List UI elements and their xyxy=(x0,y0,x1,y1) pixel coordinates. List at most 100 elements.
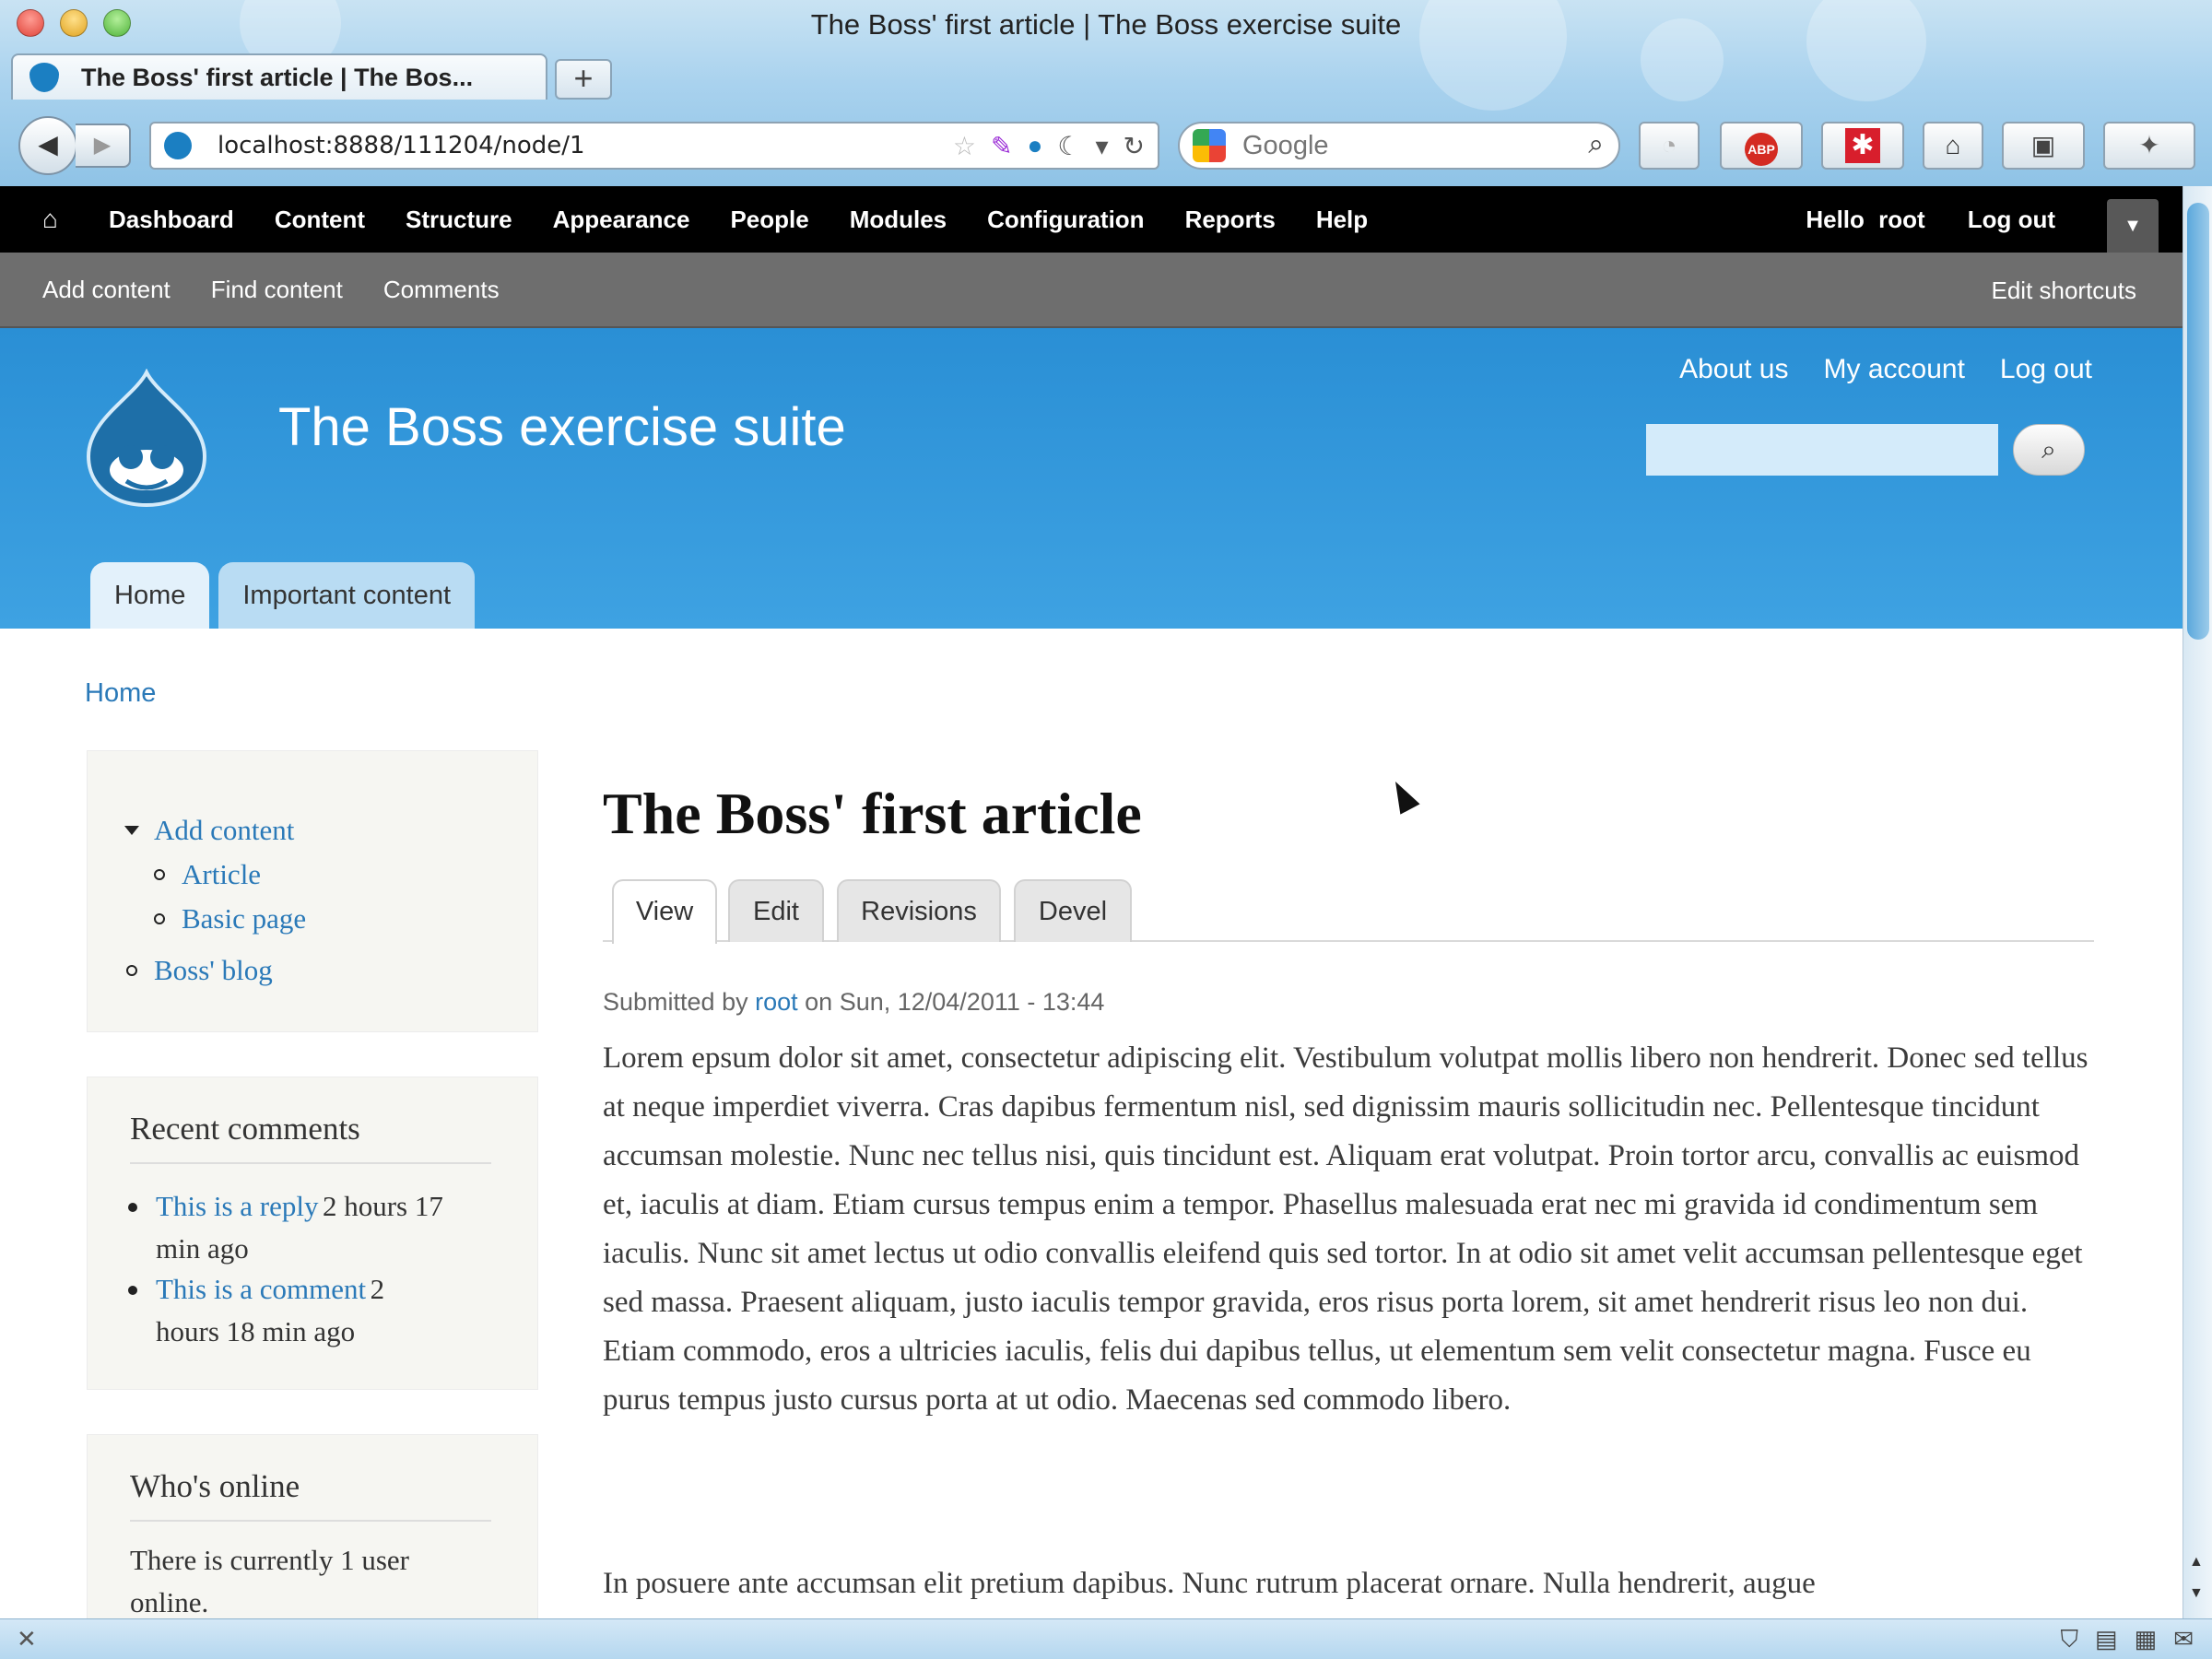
tab-revisions[interactable]: Revisions xyxy=(837,879,1001,942)
home-icon[interactable]: ⌂ xyxy=(42,205,58,234)
shortcut-links: Add content Find content Comments xyxy=(22,253,520,326)
tools-extension-button[interactable]: ✦ xyxy=(2103,122,2195,170)
page-title: The Boss' first article xyxy=(603,781,1142,846)
bullet-disc-icon xyxy=(128,1203,137,1212)
tab-edit[interactable]: Edit xyxy=(728,879,824,942)
address-bar[interactable]: ☆ ✎ ● ☾ ▾ ↻ xyxy=(149,122,1159,170)
nav-basic-page-link[interactable]: Basic page xyxy=(182,902,306,935)
shortcut-add-content[interactable]: Add content xyxy=(42,276,171,304)
shortcut-find-content[interactable]: Find content xyxy=(211,276,343,304)
screenshot-extension-button[interactable]: ▣ xyxy=(2002,122,2085,170)
breadcrumb[interactable]: Home xyxy=(85,678,156,709)
moon-extension-icon[interactable]: ☾ xyxy=(1057,131,1080,161)
adblock-button[interactable]: ABP xyxy=(1720,122,1803,170)
admin-logout-link[interactable]: Log out xyxy=(1968,206,2055,234)
close-icon[interactable]: ✕ xyxy=(17,1625,37,1653)
title-bar: The Boss' first article | The Boss exerc… xyxy=(0,0,2212,48)
recent-comment-time: 2 xyxy=(370,1273,385,1305)
admin-menu-modules[interactable]: Modules xyxy=(830,186,967,253)
nav-add-content-link[interactable]: Add content xyxy=(154,814,294,847)
page-scrollbar[interactable]: ▲ ▼ xyxy=(2183,186,2212,1618)
back-button[interactable]: ◀ xyxy=(18,116,77,175)
site-name[interactable]: The Boss exercise suite xyxy=(278,396,846,458)
recent-comment-link[interactable]: This is a comment xyxy=(156,1273,366,1305)
admin-menu-dashboard[interactable]: Dashboard xyxy=(88,186,254,253)
bookmark-star-icon[interactable]: ☆ xyxy=(953,131,976,161)
author-link[interactable]: root xyxy=(755,988,798,1016)
whos-online-title: Who's online xyxy=(130,1468,300,1504)
secondary-menu-my-account[interactable]: My account xyxy=(1824,354,1965,385)
browser-tab-active[interactable]: The Boss' first article | The Bos... xyxy=(11,53,547,100)
admin-menu-appearance[interactable]: Appearance xyxy=(533,186,711,253)
google-engine-icon[interactable] xyxy=(1193,129,1226,162)
hello-user[interactable]: Hello root xyxy=(1806,206,1924,234)
recent-comments-title: Recent comments xyxy=(130,1111,360,1147)
recent-comment-link[interactable]: This is a reply xyxy=(156,1190,319,1222)
shortcut-drawer-toggle[interactable]: ▼ xyxy=(2107,199,2159,253)
nav-item-article[interactable]: Article xyxy=(154,858,261,891)
secondary-menu: About us My account Log out xyxy=(1644,354,2092,385)
hello-prefix: Hello xyxy=(1806,205,1865,233)
submitted-info: Submitted by root on Sun, 12/04/2011 - 1… xyxy=(603,988,1104,1017)
admin-menu-reports[interactable]: Reports xyxy=(1165,186,1296,253)
nav-boss-blog-link[interactable]: Boss' blog xyxy=(154,954,273,987)
admin-menu-content[interactable]: Content xyxy=(254,186,385,253)
home-icon: ⌂ xyxy=(1945,131,1961,159)
recent-comment-time-cont: hours 18 min ago xyxy=(156,1315,356,1347)
recent-comment-item: This is a reply 2 hours 17 min ago xyxy=(128,1188,515,1273)
tab-devel[interactable]: Devel xyxy=(1014,879,1132,942)
search-icon[interactable]: ⌕ xyxy=(1588,129,1604,160)
admin-menu-configuration[interactable]: Configuration xyxy=(967,186,1164,253)
site-search-button[interactable]: ⌕ xyxy=(2013,424,2085,476)
reload-icon[interactable]: ↻ xyxy=(1124,131,1145,161)
browser-status-bar: ✕ ⛉ ▤ ▦ ✉ xyxy=(0,1618,2212,1659)
shortcut-bar: Add content Find content Comments Edit s… xyxy=(0,253,2183,328)
window-icon[interactable]: ▤ xyxy=(2095,1625,2118,1654)
site-search-input[interactable] xyxy=(1646,424,1998,476)
scroll-up-arrow-icon[interactable]: ▲ xyxy=(2189,1554,2204,1571)
admin-menu-people[interactable]: People xyxy=(710,186,829,253)
drupal-logo-icon[interactable] xyxy=(85,369,208,507)
secondary-menu-log-out[interactable]: Log out xyxy=(2000,354,2092,385)
address-bar-tools: ☆ ✎ ● ☾ ▾ ↻ xyxy=(953,131,1145,161)
secondary-menu-about-us[interactable]: About us xyxy=(1679,354,1788,385)
drupal-favicon-icon xyxy=(29,63,59,92)
status-icons: ⛉ ▤ ▦ ✉ xyxy=(2061,1625,2194,1654)
scrollbar-thumb[interactable] xyxy=(2187,203,2209,640)
site-identity-icon[interactable] xyxy=(164,132,192,159)
dropdown-arrow-icon[interactable]: ▾ xyxy=(1095,131,1108,161)
asterisk-extension-button[interactable]: ✱ xyxy=(1821,122,1904,170)
admin-menu-help[interactable]: Help xyxy=(1296,186,1388,253)
admin-user-links: Hello root Log out xyxy=(1763,186,2055,253)
scroll-down-arrow-icon[interactable]: ▼ xyxy=(2189,1585,2204,1602)
admin-menu-structure[interactable]: Structure xyxy=(385,186,533,253)
tab-view[interactable]: View xyxy=(612,879,717,944)
shield-icon[interactable]: ⛉ xyxy=(2061,1625,2079,1654)
shortcut-comments[interactable]: Comments xyxy=(383,276,500,304)
camera-icon: ▣ xyxy=(2030,131,2056,159)
main-menu: Home Important content xyxy=(90,562,484,629)
rss-button[interactable]: ◔ xyxy=(1639,122,1700,170)
mouse-pointer-icon xyxy=(1385,776,1420,815)
drupal-extension-icon[interactable]: ● xyxy=(1027,131,1042,161)
grid-icon[interactable]: ▦ xyxy=(2135,1625,2158,1654)
edit-shortcuts-link[interactable]: Edit shortcuts xyxy=(1991,276,2136,305)
nav-item-boss-blog[interactable]: Boss' blog xyxy=(126,954,273,987)
nav-item-basic-page[interactable]: Basic page xyxy=(154,902,306,935)
browser-home-button[interactable]: ⌂ xyxy=(1923,122,1983,170)
submitted-prefix: Submitted by xyxy=(603,988,748,1016)
main-menu-important-content[interactable]: Important content xyxy=(218,562,476,629)
forward-button[interactable]: ▶ xyxy=(76,124,131,168)
web-search-bar[interactable]: ⌕ xyxy=(1178,122,1620,170)
new-tab-button[interactable]: + xyxy=(555,59,612,100)
bullet-circle-icon xyxy=(154,913,165,924)
nav-item-add-content[interactable]: Add content xyxy=(124,814,294,847)
adblock-icon: ABP xyxy=(1745,133,1778,166)
url-input[interactable] xyxy=(218,132,863,159)
main-menu-home[interactable]: Home xyxy=(90,562,210,629)
mail-icon[interactable]: ✉ xyxy=(2173,1625,2194,1654)
web-search-input[interactable] xyxy=(1242,130,1574,161)
nav-article-link[interactable]: Article xyxy=(182,858,261,891)
pen-extension-icon[interactable]: ✎ xyxy=(991,131,1012,161)
search-icon: ⌕ xyxy=(2041,435,2056,464)
